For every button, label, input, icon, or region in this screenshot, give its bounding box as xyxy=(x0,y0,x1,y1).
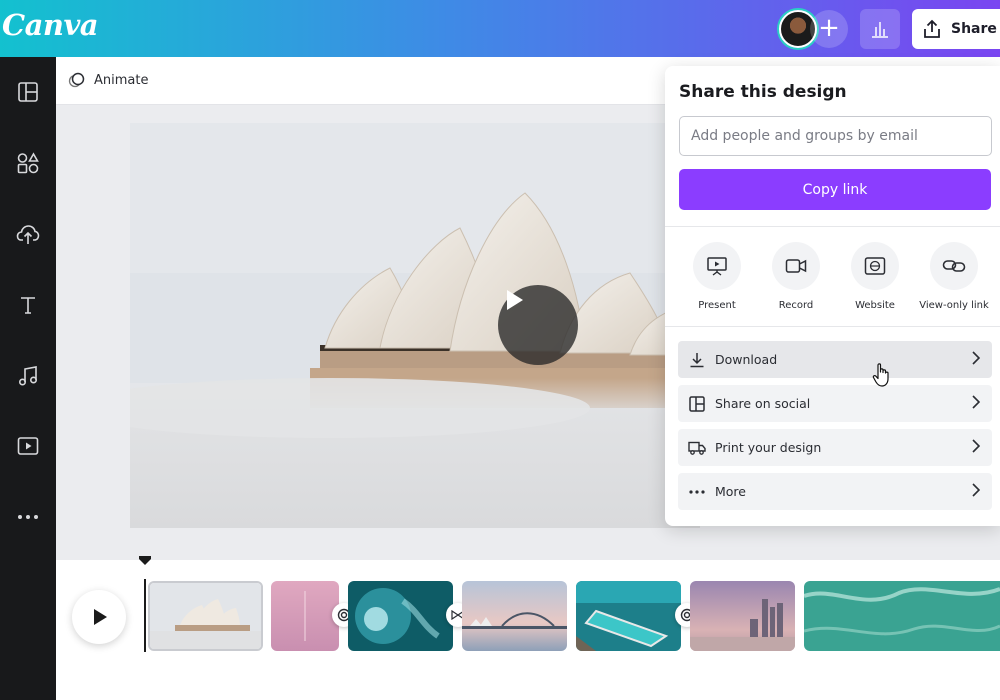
present-icon xyxy=(707,257,727,276)
playhead-marker-icon[interactable] xyxy=(139,556,151,565)
share-button[interactable]: Share xyxy=(912,9,1000,49)
text-icon[interactable] xyxy=(8,285,48,325)
add-collaborator-button[interactable]: + xyxy=(810,10,848,48)
bar-chart-icon xyxy=(872,22,888,38)
download-icon xyxy=(690,352,704,367)
animate-label: Animate xyxy=(94,72,149,88)
play-icon xyxy=(507,290,523,310)
copy-link-button[interactable]: Copy link xyxy=(679,169,991,210)
timeline xyxy=(56,556,1000,700)
top-bar: Canva + Share xyxy=(0,0,1000,57)
animate-button[interactable]: Animate xyxy=(68,71,148,89)
clip-thumbnail xyxy=(462,581,567,651)
divider xyxy=(665,226,1000,227)
clip-thumbnail xyxy=(690,581,795,651)
clip-pink-sky[interactable] xyxy=(271,581,339,651)
view-only-link-option[interactable]: View-only link xyxy=(914,242,994,311)
left-sidebar xyxy=(0,57,56,700)
present-label: Present xyxy=(698,300,736,311)
more-icon xyxy=(689,489,705,494)
share-on-social-label: Share on social xyxy=(715,396,811,411)
play-icon xyxy=(94,609,107,625)
timeline-play-button[interactable] xyxy=(72,590,126,644)
clip-thumbnail xyxy=(348,581,453,651)
present-option[interactable]: Present xyxy=(677,242,757,311)
divider xyxy=(665,326,1000,327)
panel-title: Share this design xyxy=(679,82,847,102)
audio-icon[interactable] xyxy=(8,356,48,396)
playhead[interactable] xyxy=(144,579,146,652)
more-label: More xyxy=(715,484,746,499)
more-button[interactable]: More xyxy=(678,473,992,510)
upload-icon[interactable] xyxy=(8,214,48,254)
clip-gold-coast-skyline[interactable] xyxy=(690,581,795,651)
video-icon[interactable] xyxy=(8,426,48,466)
hand-cursor-icon xyxy=(872,363,889,387)
record-option[interactable]: Record xyxy=(756,242,836,311)
clip-harbour-bridge[interactable] xyxy=(462,581,567,651)
chevron-right-icon xyxy=(972,439,980,453)
share-panel: Share this design Copy link Present Reco… xyxy=(665,66,1000,526)
clip-underwater[interactable] xyxy=(348,581,453,651)
insights-button[interactable] xyxy=(860,9,900,49)
share-button-label: Share xyxy=(951,21,997,37)
share-upload-icon xyxy=(924,19,940,38)
download-label: Download xyxy=(715,352,778,367)
link-icon xyxy=(942,260,966,272)
view-only-link-label: View-only link xyxy=(919,300,989,311)
chevron-right-icon xyxy=(972,395,980,409)
print-your-design-button[interactable]: Print your design xyxy=(678,429,992,466)
download-button[interactable]: Download xyxy=(678,341,992,378)
clip-ocean-waves[interactable] xyxy=(804,581,1000,651)
more-apps-icon[interactable] xyxy=(8,497,48,537)
truck-icon xyxy=(688,441,706,455)
record-icon xyxy=(785,259,807,273)
clip-ocean-pool[interactable] xyxy=(576,581,681,651)
chevron-right-icon xyxy=(972,483,980,497)
chevron-right-icon xyxy=(972,351,980,365)
record-label: Record xyxy=(778,300,814,311)
opera-house-image xyxy=(130,123,700,528)
animate-icon xyxy=(68,72,85,88)
website-label: Website xyxy=(855,300,895,311)
copy-link-label: Copy link xyxy=(802,181,868,198)
share-on-social-button[interactable]: Share on social xyxy=(678,385,992,422)
clip-thumbnail xyxy=(804,581,1000,651)
email-field[interactable] xyxy=(679,116,992,156)
clip-thumbnail xyxy=(150,583,261,649)
canva-logo[interactable]: Canva xyxy=(2,8,99,42)
social-icon xyxy=(689,395,705,412)
website-icon xyxy=(864,257,886,275)
clip-thumbnail xyxy=(271,581,339,651)
website-option[interactable]: Website xyxy=(835,242,915,311)
layout-icon[interactable] xyxy=(8,72,48,112)
print-your-design-label: Print your design xyxy=(715,440,822,455)
clip-thumbnail xyxy=(576,581,681,651)
clip-opera-house[interactable] xyxy=(148,581,263,651)
elements-icon[interactable] xyxy=(8,143,48,183)
design-canvas[interactable] xyxy=(130,123,700,528)
play-video-button[interactable] xyxy=(498,285,578,365)
